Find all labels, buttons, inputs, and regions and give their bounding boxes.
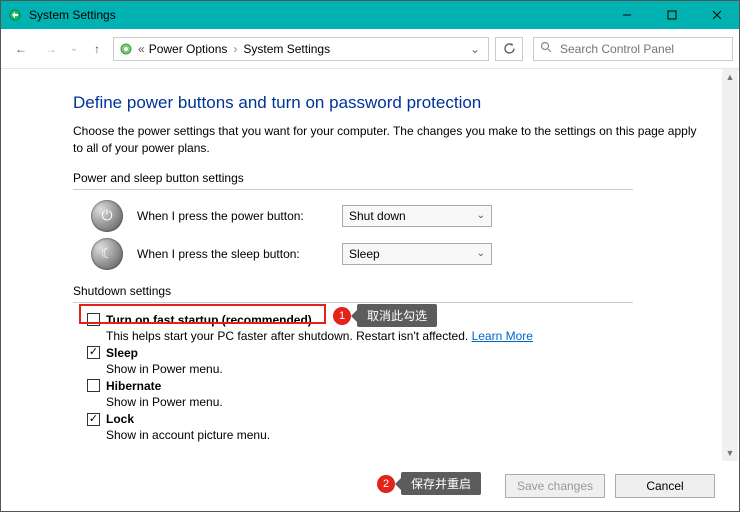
footer: Save changes Cancel (1, 461, 739, 511)
power-button-label: When I press the power button: (137, 209, 342, 223)
cancel-button[interactable]: Cancel (615, 474, 715, 498)
breadcrumb-dropdown[interactable]: ⌄ (466, 42, 484, 56)
hibernate-label: Hibernate (106, 379, 161, 393)
annotation-2-bubble: 保存并重启 (401, 472, 481, 495)
nav-recent-dropdown[interactable]: ⌄ (67, 35, 81, 63)
lock-option: Lock Show in account picture menu. (87, 412, 699, 443)
sleep-button-label: When I press the sleep button: (137, 247, 342, 261)
page-description: Choose the power settings that you want … (73, 123, 699, 157)
close-button[interactable] (694, 1, 739, 29)
breadcrumb[interactable]: « Power Options › System Settings ⌄ (113, 37, 489, 61)
hibernate-sub: Show in Power menu. (106, 394, 699, 410)
window-title: System Settings (29, 8, 116, 22)
refresh-button[interactable] (495, 37, 523, 61)
hibernate-checkbox[interactable] (87, 379, 100, 392)
sleep-button-value: Sleep (349, 247, 380, 261)
power-button-select[interactable]: Shut down ⌄ (342, 205, 492, 227)
breadcrumb-prefix: « (138, 42, 145, 56)
fast-startup-sub: This helps start your PC faster after sh… (106, 329, 472, 343)
chevron-down-icon: ⌄ (477, 248, 485, 259)
annotation-1-number: 1 (333, 307, 351, 325)
nav-bar: ← → ⌄ ↑ « Power Options › System Setting… (1, 29, 739, 69)
power-button-row: ⏻ When I press the power button: Shut do… (73, 200, 699, 232)
lock-checkbox[interactable] (87, 413, 100, 426)
annotation-1-bubble: 取消此勾选 (357, 304, 437, 327)
annotation-1: 1 取消此勾选 (333, 304, 437, 327)
annotation-2-number: 2 (377, 475, 395, 493)
hibernate-option: Hibernate Show in Power menu. (87, 379, 699, 410)
breadcrumb-item[interactable]: Power Options (145, 42, 232, 56)
search-input-container[interactable] (533, 37, 733, 61)
power-button-value: Shut down (349, 209, 406, 223)
sleep-checkbox[interactable] (87, 346, 100, 359)
fast-startup-label: Turn on fast startup (recommended) (106, 313, 312, 327)
nav-up-button[interactable]: ↑ (83, 35, 111, 63)
section-title: Power and sleep button settings (73, 171, 699, 185)
learn-more-link[interactable]: Learn More (472, 329, 533, 343)
title-bar: System Settings (1, 1, 739, 29)
sleep-button-row: ☾ When I press the sleep button: Sleep ⌄ (73, 238, 699, 270)
power-options-icon (118, 41, 134, 57)
breadcrumb-item[interactable]: System Settings (239, 42, 334, 56)
sleep-icon: ☾ (91, 238, 123, 270)
vertical-scrollbar[interactable]: ▲ ▼ (722, 69, 738, 461)
content-area: Define power buttons and turn on passwor… (1, 69, 739, 461)
fast-startup-checkbox[interactable] (87, 313, 100, 326)
minimize-button[interactable] (604, 1, 649, 29)
app-icon (7, 7, 23, 23)
section-divider (73, 302, 633, 303)
sleep-button-select[interactable]: Sleep ⌄ (342, 243, 492, 265)
sleep-label: Sleep (106, 346, 138, 360)
annotation-2: 2 保存并重启 (377, 472, 481, 495)
nav-forward-button[interactable]: → (37, 35, 65, 63)
section-title: Shutdown settings (73, 284, 699, 298)
scroll-down-arrow[interactable]: ▼ (722, 445, 738, 461)
search-icon (540, 41, 552, 56)
scroll-up-arrow[interactable]: ▲ (722, 69, 738, 85)
power-icon: ⏻ (91, 200, 123, 232)
lock-label: Lock (106, 412, 134, 426)
sleep-option: Sleep Show in Power menu. (87, 346, 699, 377)
page-heading: Define power buttons and turn on passwor… (73, 93, 699, 113)
nav-back-button[interactable]: ← (7, 35, 35, 63)
lock-sub: Show in account picture menu. (106, 427, 699, 443)
save-changes-button[interactable]: Save changes (505, 474, 605, 498)
breadcrumb-separator: › (231, 42, 239, 56)
sleep-sub: Show in Power menu. (106, 361, 699, 377)
chevron-down-icon: ⌄ (477, 210, 485, 221)
section-divider (73, 189, 633, 190)
search-input[interactable] (558, 41, 726, 57)
maximize-button[interactable] (649, 1, 694, 29)
